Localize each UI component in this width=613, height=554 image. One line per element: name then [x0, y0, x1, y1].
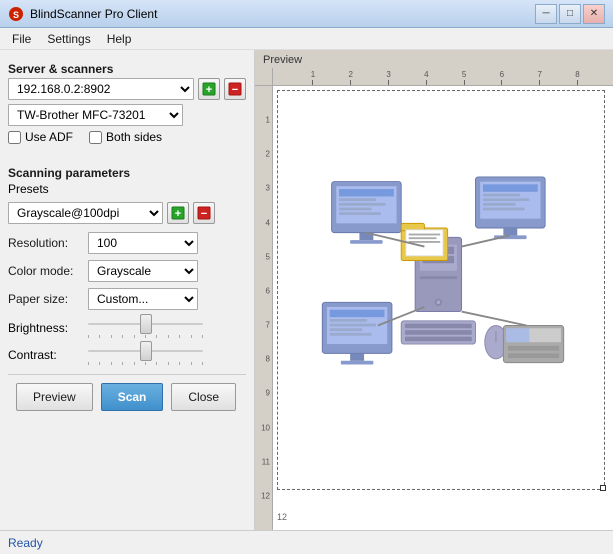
- svg-text:−: −: [232, 84, 238, 96]
- ruler-vertical: 123456789101112: [255, 86, 273, 530]
- color-mode-select[interactable]: Grayscale Color Black & White: [88, 260, 198, 282]
- both-sides-checkbox-label[interactable]: Both sides: [89, 130, 162, 144]
- brightness-slider-container: [88, 316, 203, 339]
- scan-area: 12: [273, 86, 613, 530]
- brightness-label: Brightness:: [8, 321, 88, 335]
- ruler-h-mark-4: 4: [424, 68, 428, 85]
- preview-button[interactable]: Preview: [16, 383, 93, 411]
- menu-file[interactable]: File: [4, 30, 39, 48]
- scanner-select[interactable]: TW-Brother MFC-73201: [8, 104, 183, 126]
- contrast-slider-container: [88, 343, 203, 366]
- contrast-label: Contrast:: [8, 348, 88, 362]
- preset-select[interactable]: Grayscale@100dpi: [8, 202, 163, 224]
- ruler-h-mark-7: 7: [537, 68, 541, 85]
- title-bar-left: S BlindScanner Pro Client: [8, 6, 157, 22]
- presets-row: Grayscale@100dpi + −: [8, 202, 246, 224]
- use-adf-checkbox[interactable]: [8, 131, 21, 144]
- server-input-row: 192.168.0.2:8902 + −: [8, 78, 246, 100]
- remove-preset-icon: −: [197, 206, 211, 220]
- use-adf-label: Use ADF: [25, 130, 73, 144]
- preview-image-container: [293, 106, 593, 480]
- ruler-horizontal: 1 2 3 4 5 6 7 8: [273, 68, 613, 86]
- color-mode-row: Color mode: Grayscale Color Black & Whit…: [8, 260, 246, 282]
- network-diagram-svg: [303, 163, 583, 423]
- server-section: Server & scanners 192.168.0.2:8902 + −: [8, 58, 246, 150]
- contrast-row: Contrast:: [8, 343, 246, 366]
- add-server-icon: +: [202, 82, 216, 96]
- svg-text:S: S: [13, 10, 19, 20]
- ruler-label-12: 12: [277, 512, 287, 522]
- svg-text:+: +: [206, 84, 212, 96]
- use-adf-checkbox-label[interactable]: Use ADF: [8, 130, 73, 144]
- server-section-title: Server & scanners: [8, 62, 246, 76]
- ruler-h-mark-8: 8: [575, 68, 579, 85]
- bottom-button-bar: Preview Scan Close: [8, 374, 246, 419]
- left-panel: Server & scanners 192.168.0.2:8902 + −: [0, 50, 255, 530]
- add-preset-button[interactable]: +: [167, 202, 189, 224]
- paper-size-select[interactable]: Custom... A4 Letter: [88, 288, 198, 310]
- status-text: Ready: [8, 536, 43, 550]
- maximize-button[interactable]: □: [559, 4, 581, 24]
- scanning-section-title: Scanning parameters: [8, 166, 246, 180]
- contrast-ticks: [88, 362, 203, 366]
- ruler-h-mark-2: 2: [349, 68, 353, 85]
- paper-size-row: Paper size: Custom... A4 Letter: [8, 288, 246, 310]
- brightness-slider[interactable]: [88, 316, 203, 332]
- server-address-select[interactable]: 192.168.0.2:8902: [8, 78, 194, 100]
- resolution-row: Resolution: 100 200 300 600: [8, 232, 246, 254]
- scanner-input-row: TW-Brother MFC-73201: [8, 104, 246, 126]
- close-button[interactable]: Close: [171, 383, 236, 411]
- title-bar-controls: ─ □ ✕: [535, 4, 605, 24]
- adf-options-row: Use ADF Both sides: [8, 130, 246, 144]
- both-sides-label: Both sides: [106, 130, 162, 144]
- both-sides-checkbox[interactable]: [89, 131, 102, 144]
- presets-label: Presets: [8, 182, 49, 196]
- ruler-h-mark-5: 5: [462, 68, 466, 85]
- menu-bar: File Settings Help: [0, 28, 613, 50]
- main-content: Server & scanners 192.168.0.2:8902 + −: [0, 50, 613, 530]
- remove-server-button[interactable]: −: [224, 78, 246, 100]
- app-icon: S: [8, 6, 24, 22]
- menu-settings[interactable]: Settings: [39, 30, 98, 48]
- menu-help[interactable]: Help: [99, 30, 140, 48]
- close-window-button[interactable]: ✕: [583, 4, 605, 24]
- selection-handle-br[interactable]: [600, 485, 606, 491]
- minimize-button[interactable]: ─: [535, 4, 557, 24]
- ruler-h-mark-1: 1: [311, 68, 315, 85]
- resolution-select[interactable]: 100 200 300 600: [88, 232, 198, 254]
- resolution-label: Resolution:: [8, 236, 88, 250]
- ruler-corner: [255, 68, 273, 86]
- color-mode-label: Color mode:: [8, 264, 88, 278]
- svg-text:−: −: [201, 208, 207, 220]
- scanning-section: Scanning parameters Presets Grayscale@10…: [8, 162, 246, 370]
- brightness-row: Brightness:: [8, 316, 246, 339]
- ruler-h-mark-6: 6: [500, 68, 504, 85]
- status-bar: Ready: [0, 530, 613, 554]
- add-preset-icon: +: [171, 206, 185, 220]
- svg-text:+: +: [175, 208, 181, 220]
- ruler-h-mark-3: 3: [386, 68, 390, 85]
- right-panel: Preview 12345678 123456789101112: [255, 50, 613, 530]
- add-server-button[interactable]: +: [198, 78, 220, 100]
- scan-button[interactable]: Scan: [101, 383, 164, 411]
- presets-label-row: Presets: [8, 182, 246, 196]
- remove-server-icon: −: [228, 82, 242, 96]
- contrast-slider[interactable]: [88, 343, 203, 359]
- title-bar: S BlindScanner Pro Client ─ □ ✕: [0, 0, 613, 28]
- paper-size-label: Paper size:: [8, 292, 88, 306]
- brightness-ticks: [88, 335, 203, 339]
- remove-preset-button[interactable]: −: [193, 202, 215, 224]
- window-title: BlindScanner Pro Client: [30, 7, 157, 21]
- preview-label: Preview: [263, 54, 302, 66]
